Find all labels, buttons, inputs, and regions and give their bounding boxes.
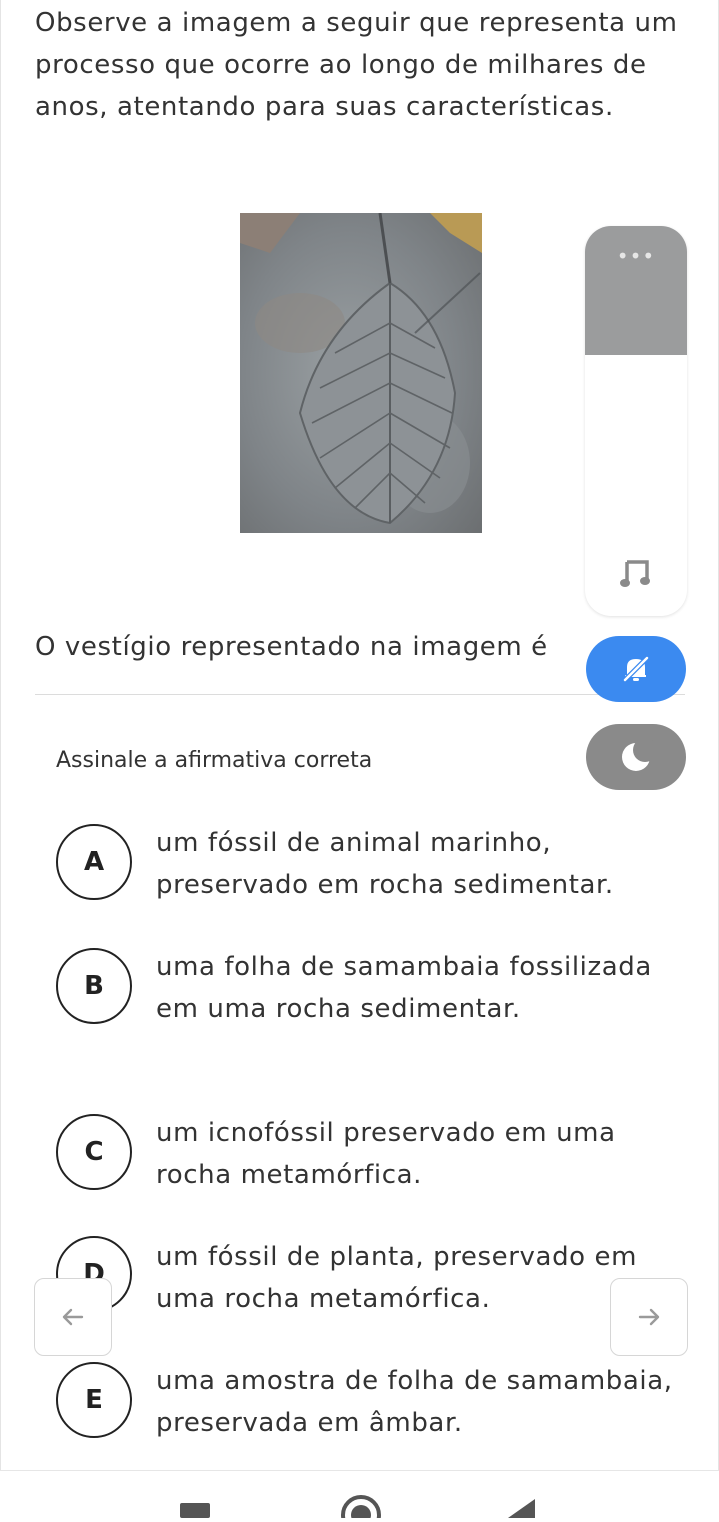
fossil-image [240, 213, 482, 533]
option-text: um icnofóssil preservado em uma rocha me… [156, 1118, 616, 1190]
option-letter: E [56, 1362, 132, 1438]
moon-icon [622, 740, 653, 771]
option-letter: A [56, 824, 132, 900]
dark-mode-button[interactable] [586, 724, 686, 790]
question-text: O vestígio representado na imagem é [35, 632, 548, 662]
arrow-right-icon [638, 1308, 660, 1326]
music-note-icon[interactable] [619, 556, 653, 590]
bell-off-icon [623, 656, 649, 682]
more-menu-dots[interactable]: ••• [585, 244, 687, 268]
option-letter: C [56, 1114, 132, 1190]
recent-apps-icon[interactable] [180, 1503, 210, 1518]
floating-tool-panel: ••• [585, 226, 687, 616]
option-letter: B [56, 948, 132, 1024]
option-text: uma amostra de folha de samambaia, prese… [156, 1366, 673, 1438]
option-text: um fóssil de animal marinho, preservado … [156, 828, 614, 900]
intro-text: Observe a imagem a seguir que representa… [35, 8, 678, 122]
option-text: uma folha de samambaia fossilizada em um… [156, 952, 652, 1024]
back-icon[interactable] [508, 1499, 535, 1518]
arrow-left-icon [62, 1308, 84, 1326]
divider [35, 694, 685, 695]
system-navigation-bar [0, 1470, 719, 1522]
mute-notifications-button[interactable] [586, 636, 686, 702]
previous-button[interactable] [34, 1278, 112, 1356]
system-nav-icons [180, 1495, 535, 1522]
next-button[interactable] [610, 1278, 688, 1356]
instruction-text: Assinale a afirmativa correta [56, 748, 373, 773]
option-text: um fóssil de planta, preservado em uma r… [156, 1242, 638, 1314]
panel-header[interactable]: ••• [585, 226, 687, 355]
